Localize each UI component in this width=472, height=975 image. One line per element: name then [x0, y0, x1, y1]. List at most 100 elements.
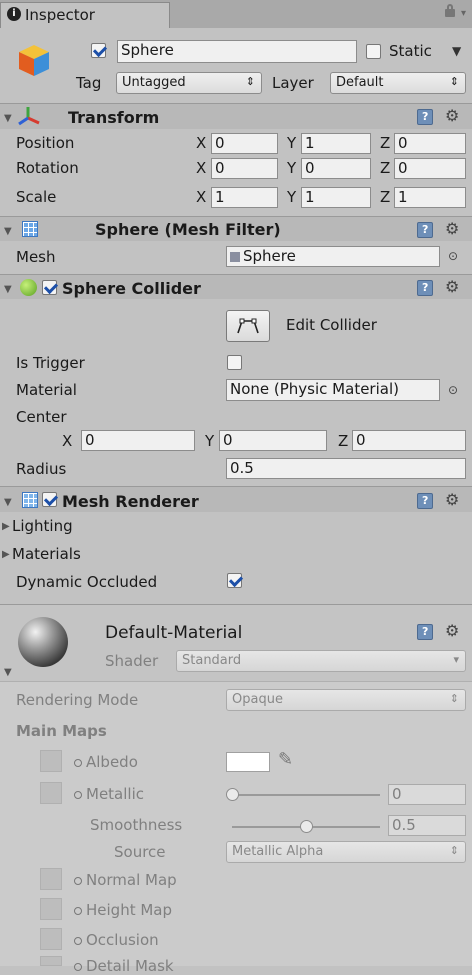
- normal-map-text: Normal Map: [86, 871, 177, 889]
- axis-x-label: X: [196, 134, 207, 152]
- object-picker-icon[interactable]: ⊙: [448, 250, 458, 262]
- position-x-field[interactable]: 0: [211, 133, 278, 154]
- center-x-field[interactable]: 0: [81, 430, 195, 451]
- lock-icon[interactable]: [445, 9, 455, 17]
- tag-dropdown[interactable]: Untagged ⇕: [116, 72, 262, 94]
- static-label: Static: [389, 42, 432, 60]
- radius-field[interactable]: 0.5: [226, 458, 466, 479]
- foldout-arrow-icon[interactable]: ▼: [4, 497, 12, 508]
- layer-dropdown[interactable]: Default ⇕: [330, 72, 466, 94]
- metallic-slider-track[interactable]: [232, 794, 380, 796]
- scale-z-field[interactable]: 1: [394, 187, 466, 208]
- albedo-texture-slot[interactable]: [40, 750, 62, 772]
- object-name-input[interactable]: Sphere: [117, 40, 357, 63]
- mesh-renderer-title: Mesh Renderer: [62, 492, 199, 511]
- materials-foldout[interactable]: Materials: [12, 547, 81, 562]
- mesh-asset-icon: [230, 252, 240, 262]
- normal-map-texture-slot[interactable]: [40, 868, 62, 890]
- rendering-mode-label: Rendering Mode: [16, 691, 139, 709]
- main-maps-heading: Main Maps: [16, 722, 107, 740]
- detail-mask-texture-slot[interactable]: [40, 956, 62, 966]
- axis-z-label: Z: [380, 159, 391, 177]
- gear-icon[interactable]: ⚙: [445, 219, 459, 238]
- height-map-texture-slot[interactable]: [40, 898, 62, 920]
- lighting-foldout-icon[interactable]: ▶: [2, 521, 10, 532]
- metallic-slider-thumb[interactable]: [226, 788, 239, 801]
- texture-picker-icon: [74, 876, 82, 885]
- texture-picker-icon: [74, 906, 82, 915]
- center-z-field[interactable]: 0: [352, 430, 466, 451]
- smoothness-value-field[interactable]: 0.5: [388, 815, 466, 836]
- foldout-arrow-icon[interactable]: ▼: [4, 113, 12, 124]
- material-name: Default-Material: [105, 623, 243, 643]
- static-checkbox[interactable]: [366, 44, 381, 59]
- mesh-object-field[interactable]: Sphere: [226, 246, 440, 267]
- edit-collider-button[interactable]: [226, 310, 270, 342]
- edit-collider-label: Edit Collider: [286, 316, 377, 334]
- help-icon[interactable]: [417, 222, 433, 238]
- static-dropdown-icon[interactable]: ▼: [452, 45, 461, 57]
- inspector-tab[interactable]: i Inspector: [0, 2, 170, 28]
- mesh-renderer-icon: [22, 492, 38, 508]
- lighting-foldout[interactable]: Lighting: [12, 519, 73, 534]
- rotation-x-field[interactable]: 0: [211, 158, 278, 179]
- tab-title: Inspector: [25, 6, 95, 24]
- materials-foldout-icon[interactable]: ▶: [2, 549, 10, 560]
- edit-collider-icon: [237, 318, 259, 334]
- rotation-z-field[interactable]: 0: [394, 158, 466, 179]
- tag-value: Untagged: [122, 75, 186, 90]
- gear-icon[interactable]: ⚙: [445, 106, 459, 125]
- scale-label: Scale: [16, 188, 57, 206]
- dynamic-occluded-checkbox[interactable]: [227, 573, 242, 588]
- help-icon[interactable]: [417, 280, 433, 296]
- axis-y-label: Y: [287, 134, 297, 152]
- metallic-text: Metallic: [86, 785, 144, 803]
- is-trigger-checkbox[interactable]: [227, 355, 242, 370]
- mesh-filter-title: Sphere (Mesh Filter): [95, 220, 281, 239]
- sphere-collider-title: Sphere Collider: [62, 279, 201, 298]
- foldout-arrow-icon[interactable]: ▼: [4, 284, 12, 295]
- material-preview-sphere: [18, 617, 68, 667]
- gear-icon[interactable]: ⚙: [445, 490, 459, 509]
- mesh-renderer-enabled-checkbox[interactable]: [42, 492, 57, 507]
- tab-menu-icon[interactable]: ▾: [461, 9, 466, 19]
- dynamic-occluded-label: Dynamic Occluded: [16, 573, 158, 591]
- foldout-arrow-icon[interactable]: ▼: [4, 667, 12, 678]
- source-dropdown[interactable]: Metallic Alpha ⇕: [226, 841, 466, 863]
- axis-y-label: Y: [287, 188, 297, 206]
- scale-x-field[interactable]: 1: [211, 187, 278, 208]
- gear-icon[interactable]: ⚙: [445, 621, 459, 640]
- help-icon[interactable]: [417, 493, 433, 509]
- active-checkbox[interactable]: [91, 43, 106, 58]
- position-z-field[interactable]: 0: [394, 133, 466, 154]
- mesh-value: Sphere: [243, 247, 296, 265]
- occlusion-texture-slot[interactable]: [40, 928, 62, 950]
- eyedropper-icon[interactable]: ✎: [278, 751, 293, 769]
- help-icon[interactable]: [417, 624, 433, 640]
- gameobject-icon: [16, 42, 52, 78]
- rotation-y-field[interactable]: 0: [301, 158, 371, 179]
- help-icon[interactable]: [417, 109, 433, 125]
- sphere-collider-enabled-checkbox[interactable]: [42, 280, 57, 295]
- foldout-arrow-icon[interactable]: ▼: [4, 226, 12, 237]
- material-label: Material: [16, 381, 77, 399]
- object-picker-icon[interactable]: ⊙: [448, 384, 458, 396]
- metallic-value-field[interactable]: 0: [388, 784, 466, 805]
- center-y-field[interactable]: 0: [219, 430, 327, 451]
- smoothness-slider-thumb[interactable]: [300, 820, 313, 833]
- gear-icon[interactable]: ⚙: [445, 277, 459, 296]
- scale-y-field[interactable]: 1: [301, 187, 371, 208]
- transform-icon: [18, 106, 40, 126]
- axis-y-label: Y: [205, 432, 215, 450]
- rendering-mode-dropdown[interactable]: Opaque ⇕: [226, 689, 466, 711]
- info-icon: i: [7, 7, 21, 21]
- albedo-color-swatch[interactable]: [226, 752, 270, 772]
- physic-material-field[interactable]: None (Physic Material): [226, 379, 440, 401]
- position-y-field[interactable]: 1: [301, 133, 371, 154]
- metallic-texture-slot[interactable]: [40, 782, 62, 804]
- updown-icon: ⇕: [449, 692, 459, 705]
- axis-z-label: Z: [380, 134, 391, 152]
- height-map-label: Height Map: [74, 903, 172, 918]
- axis-x-label: X: [196, 188, 207, 206]
- shader-dropdown[interactable]: Standard ▾: [176, 650, 466, 672]
